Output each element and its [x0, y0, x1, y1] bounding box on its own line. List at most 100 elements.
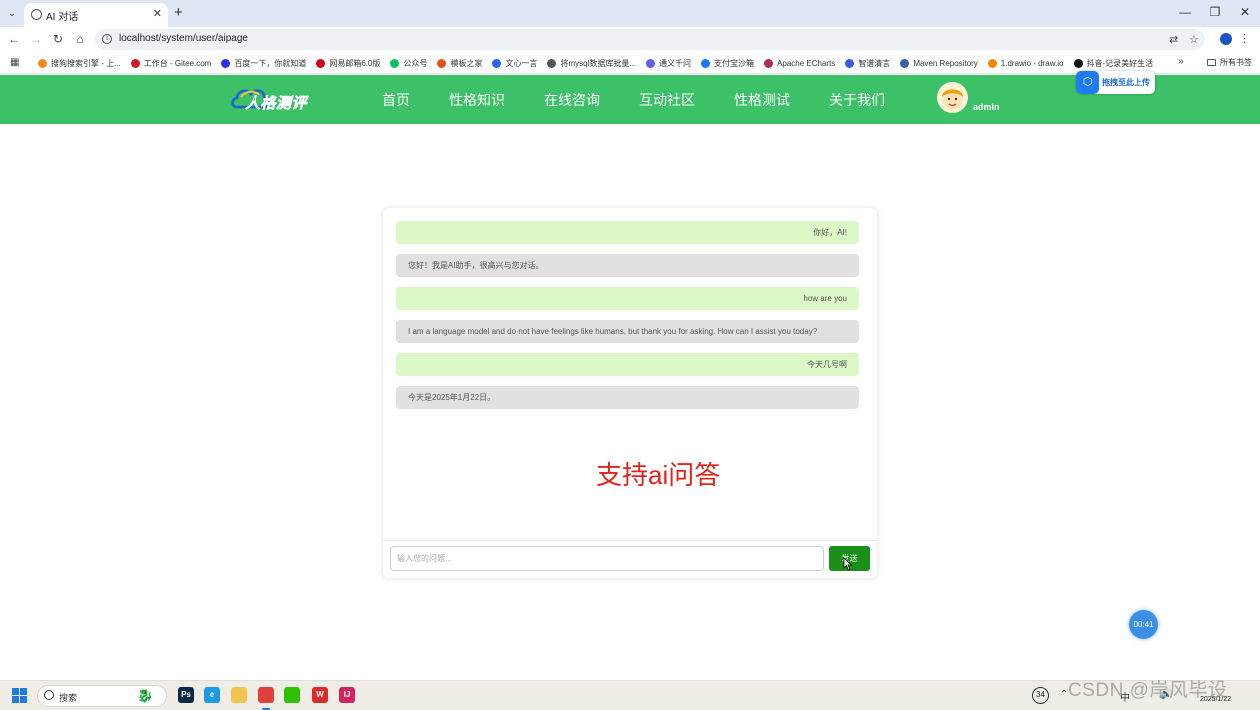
- browser-tab-active[interactable]: AI 对话 ✕: [24, 3, 168, 27]
- bookmark-item[interactable]: 通义千问: [646, 58, 691, 69]
- bookmark-item[interactable]: Maven Repository: [900, 58, 978, 68]
- bookmark-favicon-icon: [900, 58, 910, 68]
- taskbar-search[interactable]: 搜索 🐉: [37, 685, 167, 707]
- main-nav: 首页 性格知识 在线咨询 互动社区 性格测试 关于我们: [382, 75, 924, 124]
- bookmark-item[interactable]: 抖音-记录美好生活: [1073, 58, 1153, 69]
- avatar[interactable]: [937, 82, 968, 113]
- bookmark-favicon-icon: [492, 58, 502, 68]
- forward-arrow-icon[interactable]: →: [28, 31, 44, 47]
- bookmark-item[interactable]: 将mysql数据库批量...: [547, 58, 636, 69]
- bookmarks-more-icon[interactable]: »: [1178, 56, 1184, 67]
- baidu-netdisk-icon: ⬡: [1076, 71, 1099, 94]
- bookmark-favicon-icon: [1073, 58, 1083, 68]
- bookmark-label: 模板之家: [450, 58, 483, 68]
- bookmark-label: 将mysql数据库批量...: [560, 58, 637, 68]
- bookmark-item[interactable]: 支付宝沙箱: [701, 58, 754, 69]
- user-message: 今天几号啊: [396, 353, 859, 376]
- edge-icon[interactable]: e: [204, 687, 220, 703]
- bookmark-favicon-icon: [130, 58, 140, 68]
- tab-title: AI 对话: [46, 12, 79, 23]
- bookmark-favicon-icon: [390, 58, 400, 68]
- idea-icon[interactable]: IJ: [339, 687, 355, 703]
- user-message: 你好，AI!: [396, 221, 859, 244]
- minimize-button[interactable]: —: [1170, 0, 1200, 27]
- upload-widget[interactable]: ⬡ 拖拽至此上传: [1076, 71, 1155, 94]
- message-list: 你好，AI! 您好！我是AI助手，很高兴与您对话。 how are you I am …: [396, 221, 859, 419]
- url-field[interactable]: i localhost/system/user/aipage ⇄ ☆: [95, 29, 1205, 50]
- watermark: CSDN @岸风毕设: [1068, 680, 1228, 701]
- restore-button[interactable]: ❐: [1200, 0, 1230, 27]
- nav-personality-test[interactable]: 性格测试: [734, 90, 790, 110]
- tray-badge[interactable]: 34: [1032, 687, 1049, 704]
- bookmark-label: 1.drawio - draw.io: [1000, 58, 1064, 68]
- taskbar-search-label: 搜索: [59, 693, 78, 703]
- apps-grid-icon[interactable]: ▦: [10, 57, 19, 68]
- new-tab-button[interactable]: +: [174, 4, 183, 21]
- back-arrow-icon[interactable]: ←: [6, 31, 22, 47]
- tab-close-icon[interactable]: ✕: [153, 7, 162, 20]
- user-message: how are you: [396, 287, 859, 310]
- translate-icon[interactable]: ⇄: [1169, 33, 1178, 46]
- bookmark-label: 网易邮箱6.0版: [329, 58, 381, 68]
- folder-icon[interactable]: [231, 687, 247, 703]
- folder-icon: [1207, 59, 1216, 67]
- wps-icon[interactable]: W: [312, 687, 328, 703]
- bookmark-label: 通义千问: [659, 58, 692, 68]
- bookmark-favicon-icon: [437, 58, 447, 68]
- nav-personality-knowledge[interactable]: 性格知识: [449, 90, 505, 110]
- nav-community[interactable]: 互动社区: [639, 90, 695, 110]
- bookmark-favicon-icon: [646, 58, 656, 68]
- star-icon[interactable]: ☆: [1189, 33, 1199, 46]
- bookmark-favicon-icon: [701, 58, 711, 68]
- wechat-icon[interactable]: [284, 687, 300, 703]
- nav-home[interactable]: 首页: [382, 90, 410, 110]
- logo-text: 人格测评: [245, 95, 308, 113]
- bookmark-label: 文心一言: [505, 58, 538, 68]
- bookmarks-bar: ▦ 搜狗搜索引擎 - 上... 工作台 - Gitee.com 百度一下，你就知道 网…: [0, 52, 1260, 74]
- bookmark-favicon-icon: [316, 58, 326, 68]
- chrome-icon[interactable]: [258, 687, 274, 703]
- input-divider: [383, 540, 877, 541]
- avatar-cartoon-icon: [942, 89, 963, 109]
- nav-about[interactable]: 关于我们: [829, 90, 885, 110]
- username[interactable]: admin: [973, 102, 1000, 112]
- browser-tab-bar: ⌄ AI 对话 ✕ + — ❐ ✕: [0, 0, 1260, 27]
- bookmark-item[interactable]: 文心一言: [492, 58, 537, 69]
- info-icon[interactable]: i: [102, 34, 112, 44]
- recording-timer[interactable]: 00:41: [1129, 610, 1158, 639]
- reload-icon[interactable]: ↻: [50, 31, 66, 47]
- tab-search-icon[interactable]: ⌄: [5, 6, 19, 20]
- bookmark-item[interactable]: 1.drawio - draw.io: [987, 58, 1064, 68]
- window-controls: — ❐ ✕: [1170, 0, 1260, 27]
- address-bar-row: ← → ↻ ⌂ i localhost/system/user/aipage ⇄…: [0, 27, 1260, 52]
- bookmark-label: Apache ECharts: [777, 58, 836, 68]
- bookmark-item[interactable]: 搜狗搜索引擎 - 上...: [38, 58, 121, 69]
- close-window-button[interactable]: ✕: [1230, 0, 1260, 27]
- site-logo[interactable]: 人格测评: [231, 83, 317, 115]
- home-icon[interactable]: ⌂: [72, 31, 88, 47]
- url-text: localhost/system/user/aipage: [119, 33, 248, 44]
- bookmark-favicon-icon: [38, 58, 47, 68]
- bookmark-label: 工作台 - Gitee.com: [143, 58, 212, 68]
- bookmark-label: Maven Repository: [913, 58, 978, 68]
- bookmark-item[interactable]: 百度一下，你就知道: [221, 58, 306, 69]
- bookmark-item[interactable]: 工作台 - Gitee.com: [130, 58, 212, 69]
- bookmark-item[interactable]: Apache ECharts: [764, 58, 836, 68]
- kebab-menu-icon[interactable]: ⋮: [1239, 32, 1250, 45]
- nav-online-consult[interactable]: 在线咨询: [544, 90, 600, 110]
- bookmark-item[interactable]: 公众号: [390, 58, 427, 69]
- profile-icon[interactable]: [1220, 33, 1232, 45]
- bookmark-item[interactable]: 模板之家: [437, 58, 482, 69]
- ai-message: 今天是2025年1月22日。: [396, 386, 859, 409]
- photoshop-icon[interactable]: Ps: [178, 687, 194, 703]
- bookmark-favicon-icon: [764, 58, 774, 68]
- question-input[interactable]: [390, 546, 824, 571]
- bookmark-favicon-icon: [547, 58, 557, 68]
- bookmark-item[interactable]: 网易邮箱6.0版: [316, 58, 380, 69]
- mouse-cursor-icon: [843, 557, 853, 571]
- bookmark-favicon-icon: [987, 58, 997, 68]
- bookmark-item[interactable]: 智谱清言: [845, 58, 890, 69]
- all-bookmarks-button[interactable]: 所有书签: [1207, 57, 1252, 68]
- windows-start-icon[interactable]: [12, 688, 27, 703]
- upload-widget-label: 拖拽至此上传: [1102, 78, 1150, 87]
